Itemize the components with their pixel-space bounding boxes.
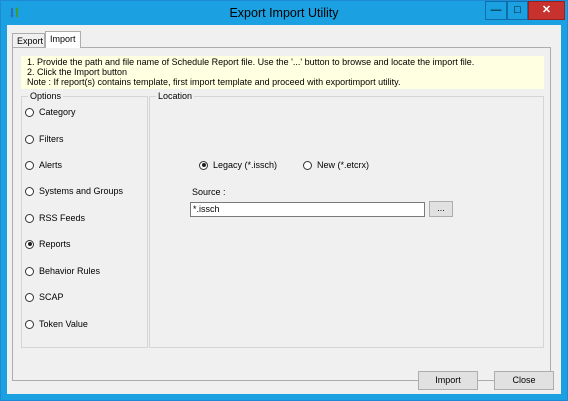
- option-label: Systems and Groups: [39, 186, 124, 196]
- options-legend: Options: [28, 91, 64, 102]
- options-group: Options Category Filters Alerts Systems …: [21, 91, 148, 348]
- radio-icon: [303, 160, 312, 170]
- format-new-radio[interactable]: New (*.etcrx): [303, 160, 369, 170]
- option-label: Alerts: [39, 160, 63, 170]
- close-icon: ✕: [541, 4, 552, 16]
- client-area: Export Import 1. Provide the path and fi…: [7, 25, 561, 394]
- tab-export[interactable]: Export: [12, 33, 45, 47]
- option-label: Token Value: [39, 319, 88, 329]
- radio-icon: [25, 319, 34, 329]
- radio-icon: [25, 266, 34, 276]
- option-behavior-rules[interactable]: Behavior Rules: [25, 266, 100, 276]
- location-legend: Location: [156, 91, 195, 102]
- option-category[interactable]: Category: [25, 107, 76, 117]
- radio-icon: [25, 213, 34, 223]
- option-systems-and-groups[interactable]: Systems and Groups: [25, 186, 123, 196]
- format-label: Legacy (*.issch): [213, 160, 278, 170]
- radio-icon: [25, 186, 34, 196]
- radio-icon: [25, 134, 34, 144]
- source-label: Source :: [192, 187, 226, 197]
- radio-icon: [25, 160, 34, 170]
- option-label: SCAP: [39, 292, 64, 302]
- radio-selected-icon: [25, 239, 34, 249]
- option-label: Filters: [39, 134, 64, 144]
- option-alerts[interactable]: Alerts: [25, 160, 62, 170]
- import-tab-page: 1. Provide the path and file name of Sch…: [12, 47, 551, 381]
- source-input[interactable]: *.issch: [190, 202, 425, 217]
- instruction-note: Note : If report(s) contains template, f…: [27, 77, 401, 87]
- maximize-button[interactable]: □: [507, 1, 528, 20]
- radio-icon: [25, 107, 34, 117]
- option-rss-feeds[interactable]: RSS Feeds: [25, 213, 85, 223]
- option-reports[interactable]: Reports: [25, 239, 71, 249]
- minimize-button[interactable]: —: [485, 1, 507, 20]
- tab-import[interactable]: Import: [45, 31, 81, 48]
- instructions-panel: 1. Provide the path and file name of Sch…: [21, 56, 544, 89]
- location-group: Location Legacy (*.issch) New (*.etcrx) …: [149, 91, 544, 348]
- option-filters[interactable]: Filters: [25, 134, 64, 144]
- window-title: Export Import Utility: [229, 6, 339, 20]
- close-window-button[interactable]: ✕: [528, 1, 565, 20]
- import-button[interactable]: Import: [418, 371, 478, 390]
- browse-button[interactable]: ...: [429, 201, 453, 217]
- instruction-line-2: 2. Click the Import button: [27, 67, 128, 77]
- option-label: Behavior Rules: [39, 266, 101, 276]
- format-legacy-radio[interactable]: Legacy (*.issch): [199, 160, 277, 170]
- app-window: Export Import Utility — □ ✕ Export Impor…: [0, 0, 568, 401]
- close-button[interactable]: Close: [494, 371, 554, 390]
- radio-icon: [25, 292, 34, 302]
- option-label: Category: [39, 107, 76, 117]
- instruction-line-1: 1. Provide the path and file name of Sch…: [27, 57, 475, 67]
- option-scap[interactable]: SCAP: [25, 292, 64, 302]
- title-bar[interactable]: Export Import Utility — □ ✕: [1, 1, 567, 25]
- minimize-icon: —: [490, 4, 502, 16]
- format-label: New (*.etcrx): [317, 160, 370, 170]
- maximize-icon: □: [514, 4, 521, 16]
- option-label: RSS Feeds: [39, 213, 86, 223]
- option-label: Reports: [39, 239, 71, 249]
- radio-selected-icon: [199, 160, 208, 170]
- option-token-value[interactable]: Token Value: [25, 319, 88, 329]
